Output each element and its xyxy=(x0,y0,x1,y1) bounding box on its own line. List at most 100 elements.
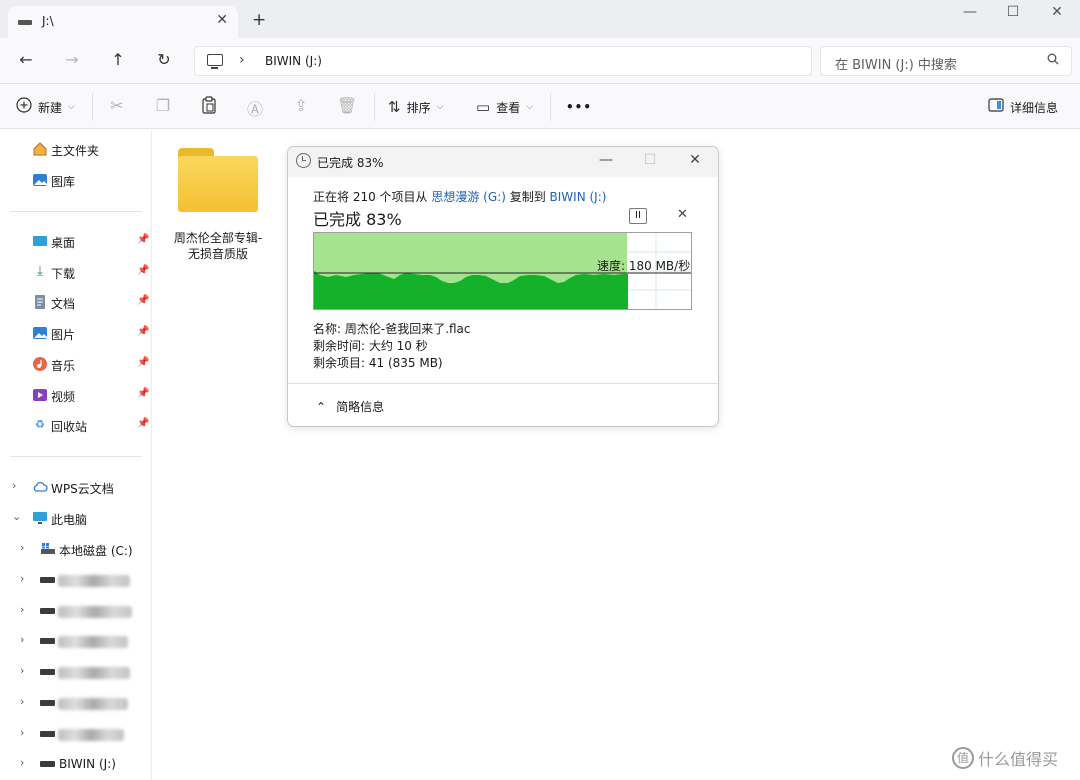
copy-icon[interactable]: ❐ xyxy=(152,96,174,115)
sidebar-label: BIWIN (J:) xyxy=(59,757,116,771)
pin-icon[interactable]: 📌 xyxy=(137,388,149,399)
chevron-right-icon[interactable]: › xyxy=(20,726,24,739)
address-bar[interactable]: › BIWIN (J:) xyxy=(194,46,812,76)
sidebar-item-drive-hidden[interactable]: › xyxy=(0,661,152,685)
chevron-right-icon[interactable]: › xyxy=(20,664,24,677)
sort-icon: ⇅ xyxy=(388,98,401,116)
tab-title: J:\ xyxy=(42,14,54,28)
pin-icon[interactable]: 📌 xyxy=(137,234,149,245)
sidebar-item-drive-hidden[interactable]: › xyxy=(0,692,152,716)
minimize-button[interactable]: — xyxy=(955,4,985,20)
desktop-icon xyxy=(32,233,48,249)
chevron-down-icon[interactable]: ⌄ xyxy=(12,510,21,523)
sidebar-item-wps-cloud[interactable]: › WPS云文档 xyxy=(0,476,152,500)
divider xyxy=(374,93,375,121)
pin-icon[interactable]: 📌 xyxy=(137,418,149,429)
pin-icon[interactable]: 📌 xyxy=(137,357,149,368)
video-icon xyxy=(32,387,48,403)
sidebar-label: 视频 xyxy=(51,390,76,404)
chevron-right-icon[interactable]: › xyxy=(12,479,16,492)
sidebar-item-drive-c[interactable]: › 本地磁盘 (C:) xyxy=(0,538,152,562)
chevron-right-icon[interactable]: › xyxy=(20,756,24,769)
search-placeholder: 在 BIWIN (J:) 中搜索 xyxy=(835,58,957,73)
folder-name[interactable]: 周杰伦全部专辑- 无损音质版 xyxy=(166,230,270,262)
up-button[interactable]: ↑ xyxy=(106,50,130,72)
cut-icon[interactable]: ✂ xyxy=(106,96,128,115)
sidebar-label: 图片 xyxy=(51,328,76,342)
sidebar-item-home[interactable]: 主文件夹 xyxy=(0,138,152,162)
divider xyxy=(288,383,718,384)
dialog-close-button[interactable]: ✕ xyxy=(683,152,707,168)
chevron-right-icon[interactable]: › xyxy=(239,52,245,68)
sidebar-item-documents[interactable]: 文档 📌 xyxy=(0,291,152,315)
navigation-pane: 主文件夹 图库 桌面 📌 ⤓ 下载 📌 文档 📌 图片 📌 音乐 📌 视频 📌 … xyxy=(0,130,152,780)
tab-close-icon[interactable]: ✕ xyxy=(216,12,228,28)
more-options-button[interactable]: ••• xyxy=(566,97,592,117)
tab-drive-j[interactable]: J:\ ✕ xyxy=(8,6,238,38)
dialog-title: 已完成 83% xyxy=(317,156,384,170)
pause-button[interactable]: II xyxy=(629,208,647,224)
fewer-details-toggle[interactable]: ⌃ 简略信息 xyxy=(316,398,384,415)
refresh-button[interactable]: ↻ xyxy=(152,50,176,72)
sidebar-item-drive-hidden[interactable]: › xyxy=(0,600,152,624)
dialog-minimize-button[interactable]: — xyxy=(594,152,618,168)
sidebar-label: 此电脑 xyxy=(51,513,88,527)
view-icon: ▭ xyxy=(476,98,491,116)
new-label: 新建 xyxy=(38,100,63,115)
sidebar-item-pictures[interactable]: 图片 📌 xyxy=(0,322,152,346)
sidebar-item-videos[interactable]: 视频 📌 xyxy=(0,384,152,408)
pin-icon[interactable]: 📌 xyxy=(137,326,149,337)
sidebar-item-gallery[interactable]: 图库 xyxy=(0,169,152,193)
sidebar-item-music[interactable]: 音乐 📌 xyxy=(0,353,152,377)
sidebar-label: 回收站 xyxy=(51,420,88,434)
folder-icon[interactable] xyxy=(176,148,260,214)
pin-icon[interactable]: 📌 xyxy=(137,295,149,306)
chevron-right-icon[interactable]: › xyxy=(20,633,24,646)
breadcrumb-biwin[interactable]: BIWIN (J:) xyxy=(265,54,322,68)
destination-link[interactable]: BIWIN (J:) xyxy=(550,190,607,204)
sidebar-item-downloads[interactable]: ⤓ 下载 📌 xyxy=(0,261,152,285)
sidebar-item-desktop[interactable]: 桌面 📌 xyxy=(0,230,152,254)
close-window-button[interactable]: ✕ xyxy=(1042,4,1072,20)
download-icon: ⤓ xyxy=(37,264,43,279)
sidebar-label: 桌面 xyxy=(51,236,76,250)
delete-icon[interactable]: 🗑 xyxy=(336,96,358,115)
view-button[interactable]: ▭ 查看 ⌵ xyxy=(476,97,533,117)
sort-button[interactable]: ⇅ 排序 ⌵ xyxy=(388,97,443,117)
dialog-title-bar[interactable]: 已完成 83% — ☐ ✕ xyxy=(288,147,718,177)
plus-circle-icon xyxy=(16,97,32,117)
paste-icon[interactable] xyxy=(198,96,220,118)
cancel-button[interactable]: ✕ xyxy=(677,207,688,222)
divider xyxy=(92,93,93,121)
source-link[interactable]: 思想漫游 (G:) xyxy=(431,190,506,204)
back-button[interactable]: ← xyxy=(14,50,38,72)
chevron-right-icon[interactable]: › xyxy=(20,603,24,616)
share-icon[interactable]: ⇪ xyxy=(290,96,312,115)
chevron-right-icon[interactable]: › xyxy=(20,572,24,585)
sidebar-item-drive-hidden[interactable]: › xyxy=(0,569,152,593)
sidebar-label: 下载 xyxy=(51,267,76,281)
sidebar-item-drive-j[interactable]: › BIWIN (J:) xyxy=(0,753,152,777)
sidebar-item-drive-hidden[interactable]: › xyxy=(0,723,152,747)
chevron-right-icon[interactable]: › xyxy=(20,695,24,708)
pin-icon[interactable]: 📌 xyxy=(137,265,149,276)
fewer-details-label: 简略信息 xyxy=(336,400,385,414)
chevron-right-icon[interactable]: › xyxy=(20,541,24,554)
this-pc-icon[interactable] xyxy=(207,54,223,69)
new-tab-button[interactable]: + xyxy=(252,10,266,30)
new-button[interactable]: 新建 ⌵ xyxy=(16,97,75,117)
search-input[interactable]: 在 BIWIN (J:) 中搜索 xyxy=(820,46,1072,76)
recycle-bin-icon: ♻ xyxy=(35,418,45,431)
sidebar-item-this-pc[interactable]: ⌄ 此电脑 xyxy=(0,507,152,531)
drive-icon xyxy=(40,726,56,742)
dialog-maximize-button: ☐ xyxy=(643,152,657,168)
rename-icon[interactable]: Ⓐ xyxy=(244,96,266,120)
redacted-label xyxy=(58,606,132,618)
drive-icon xyxy=(18,20,32,25)
sidebar-item-drive-hidden[interactable]: › xyxy=(0,630,152,654)
clock-icon xyxy=(296,153,311,168)
details-pane-button[interactable]: 详细信息 xyxy=(988,97,1058,117)
maximize-button[interactable]: ☐ xyxy=(998,4,1028,20)
forward-button[interactable]: → xyxy=(60,50,84,72)
sidebar-item-recycle-bin[interactable]: ♻ 回收站 📌 xyxy=(0,414,152,438)
